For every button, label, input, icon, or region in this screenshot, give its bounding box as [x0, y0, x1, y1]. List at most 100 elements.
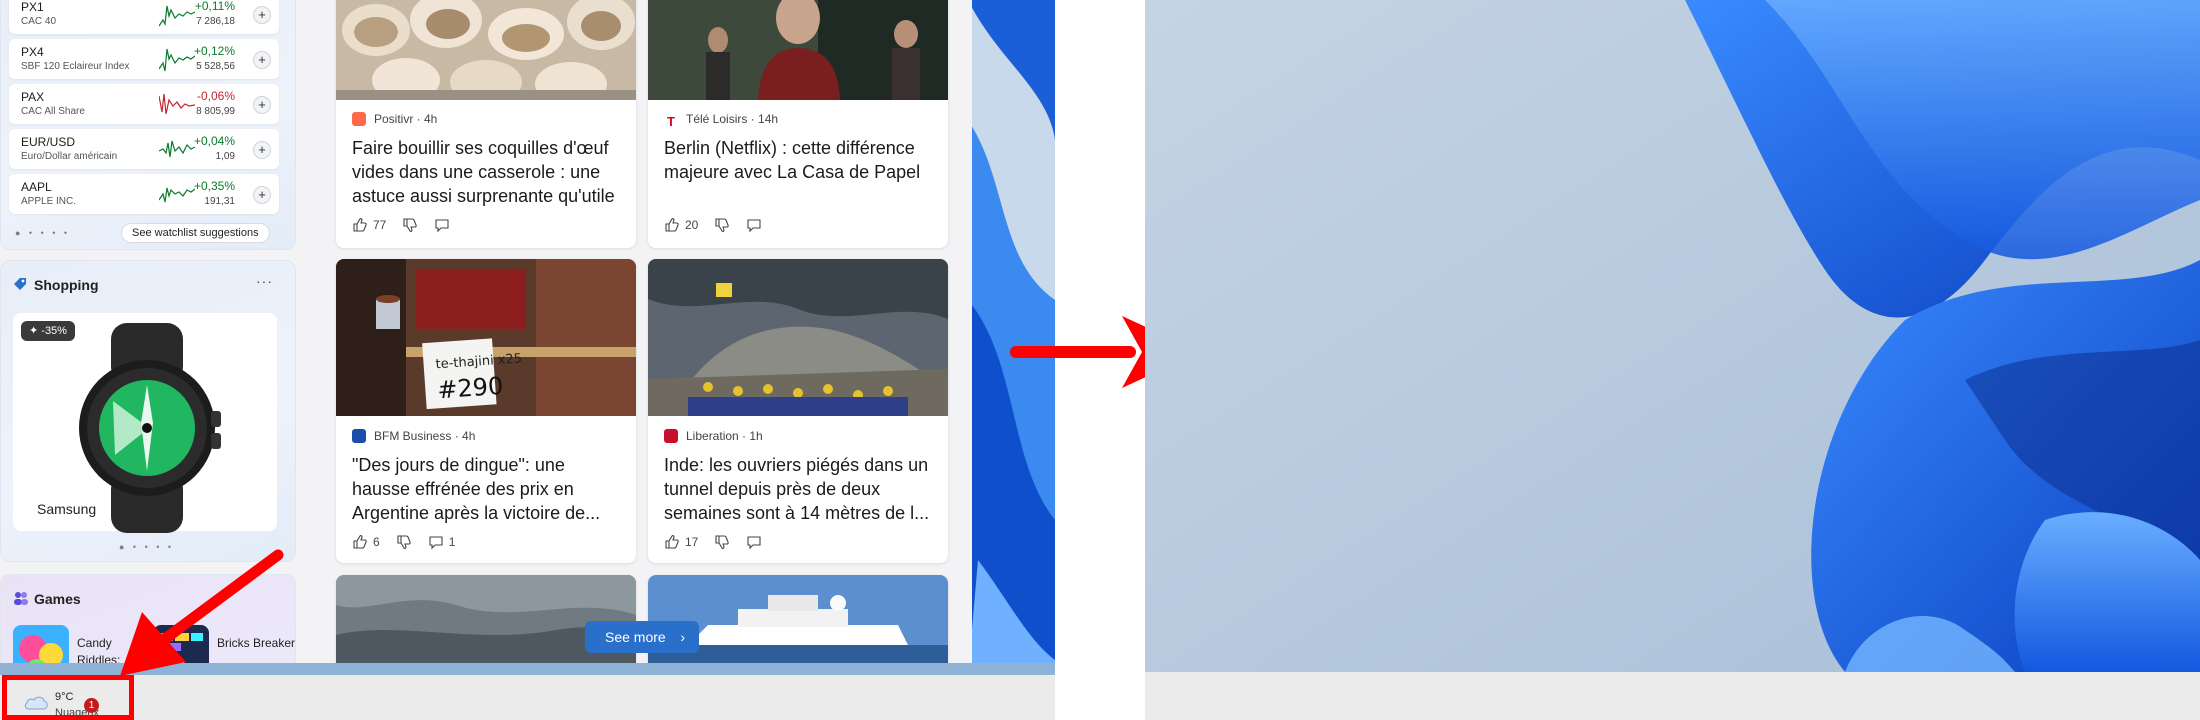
source-label: BFM Business · 4h: [374, 429, 476, 443]
like-button[interactable]: 77: [352, 217, 386, 233]
thumbs-down-icon: [715, 218, 730, 232]
tele-loisirs-logo-icon: T: [664, 115, 678, 129]
add-stock-button[interactable]: +: [253, 141, 271, 159]
card-actions: 6 1: [352, 532, 471, 552]
comment-button[interactable]: [746, 534, 767, 550]
news-source: BFM Business · 4h: [352, 429, 475, 443]
thumbs-down-icon: [397, 535, 411, 549]
comment-button[interactable]: 1: [428, 534, 456, 550]
people-icon: [14, 592, 28, 605]
news-headline[interactable]: Inde: les ouvriers piégés dans un tunnel…: [664, 453, 936, 525]
source-label: Positivr · 4h: [374, 112, 438, 126]
stock-row[interactable]: AAPL APPLE INC. +0,35% 191,31 +: [9, 174, 279, 214]
shopping-widget: Shopping ··· ✦ -35% Samsung ● • • • •: [0, 260, 296, 562]
news-card[interactable]: Liberation · 1h Inde: les ouvriers piégé…: [648, 259, 948, 563]
comment-button[interactable]: [746, 217, 767, 233]
news-headline[interactable]: Faire bouillir ses coquilles d'œuf vides…: [352, 136, 624, 208]
stock-row[interactable]: PX4 SBF 120 Eclaireur Index +0,12% 5 528…: [9, 39, 279, 79]
stock-name: APPLE INC.: [21, 196, 77, 207]
stock-change: -0,06%: [196, 89, 235, 103]
games-widget: Games Candy Riddles: Bricks Breaker: [0, 574, 296, 675]
wallpaper-strip: [0, 663, 1055, 675]
add-stock-button[interactable]: +: [253, 96, 271, 114]
comment-count: 1: [448, 535, 456, 549]
like-count: 77: [373, 218, 387, 232]
news-headline[interactable]: "Des jours de dingue": une hausse effrén…: [352, 453, 624, 525]
bfm-logo-icon: [352, 429, 366, 443]
stock-name: CAC 40: [21, 16, 57, 27]
thumbs-up-icon: [665, 535, 679, 549]
sparkline-up-icon: [159, 187, 195, 203]
widgets-board: PX1 CAC 40 +0,11% 7 286,18 + PX4 SBF 120…: [0, 0, 972, 675]
stock-price: 5 528,56: [196, 61, 235, 72]
weather-temperature: 9°C: [55, 691, 74, 703]
stocks-widget: PX1 CAC 40 +0,11% 7 286,18 + PX4 SBF 120…: [0, 0, 296, 250]
like-button[interactable]: 6: [352, 534, 380, 550]
stock-row[interactable]: PAX CAC All Share -0,06% 8 805,99 +: [9, 84, 279, 124]
tag-icon: [14, 278, 26, 290]
games-title: Games: [34, 591, 81, 607]
news-image: [336, 0, 636, 100]
stock-name: Euro/Dollar américain: [21, 151, 118, 162]
news-source: Positivr · 4h: [352, 112, 437, 126]
dislike-button[interactable]: [714, 534, 730, 550]
windows-wallpaper: [1145, 0, 2200, 672]
card-actions: 20: [664, 215, 783, 235]
game-title: Bricks Breaker: [217, 636, 296, 650]
more-options-button[interactable]: ···: [256, 273, 273, 289]
comment-button[interactable]: [434, 217, 455, 233]
watchlist-suggestions-button[interactable]: See watchlist suggestions: [121, 223, 270, 243]
comment-icon: [429, 536, 443, 550]
news-card[interactable]: Positivr · 4h Faire bouillir ses coquill…: [336, 0, 636, 248]
dislike-button[interactable]: [402, 217, 418, 233]
weather-widget-button[interactable]: 9°C Nuageux 1: [2, 675, 134, 720]
widgets-board-screenshot: PX1 CAC 40 +0,11% 7 286,18 + PX4 SBF 120…: [0, 0, 1055, 675]
stock-price: 191,31: [204, 196, 235, 207]
like-button[interactable]: 17: [664, 534, 698, 550]
card-actions: 17: [664, 532, 783, 552]
add-stock-button[interactable]: +: [253, 51, 271, 69]
taskbar: 9°C Nuageux 1: [0, 675, 1055, 720]
add-stock-button[interactable]: +: [253, 6, 271, 24]
like-button[interactable]: 20: [664, 217, 698, 233]
comment-icon: [747, 219, 761, 233]
dislike-button[interactable]: [714, 217, 730, 233]
add-stock-button[interactable]: +: [253, 186, 271, 204]
stock-change: +0,11%: [194, 0, 235, 13]
stock-price: 1,09: [215, 151, 235, 162]
shopping-title: Shopping: [34, 277, 99, 293]
stock-change: +0,04%: [193, 134, 235, 148]
chevron-right-icon: ›: [680, 629, 685, 645]
carousel-dots[interactable]: ● • • • •: [119, 542, 174, 552]
comment-icon: [435, 219, 449, 233]
thumbs-up-icon: [665, 218, 679, 232]
thumbs-down-icon: [403, 218, 418, 232]
card-actions: 77: [352, 215, 471, 235]
cloud-icon: [24, 696, 48, 710]
news-source: Liberation · 1h: [664, 429, 763, 443]
taskbar: [1145, 672, 2200, 720]
price-tag-big: #290: [436, 372, 504, 405]
like-count: 6: [373, 535, 380, 549]
sparkline-down-icon: [159, 93, 195, 115]
thumbs-up-icon: [353, 218, 367, 232]
see-more-button[interactable]: See more ›: [585, 621, 699, 653]
stock-symbol: AAPL: [21, 180, 52, 194]
dislike-button[interactable]: [396, 534, 412, 550]
news-card[interactable]: te-thajini x25 #290 BFM Business · 4h "D…: [336, 259, 636, 563]
news-headline[interactable]: Berlin (Netflix) : cette différence maje…: [664, 136, 936, 184]
sparkline-up-icon: [159, 140, 195, 158]
news-card[interactable]: T Télé Loisirs · 14h Berlin (Netflix) : c…: [648, 0, 948, 248]
source-label: Liberation · 1h: [686, 429, 763, 443]
like-count: 20: [685, 218, 699, 232]
stock-name: SBF 120 Eclaireur Index: [21, 61, 130, 72]
stock-row[interactable]: PX1 CAC 40 +0,11% 7 286,18 +: [9, 0, 279, 34]
see-more-label: See more: [605, 629, 666, 645]
sparkline-up-icon: [159, 5, 195, 27]
carousel-dots[interactable]: ● • • • •: [15, 228, 70, 238]
thumbs-up-icon: [353, 535, 367, 549]
stock-row[interactable]: EUR/USD Euro/Dollar américain +0,04% 1,0…: [9, 129, 279, 169]
product-card[interactable]: ✦ -35% Samsung: [13, 313, 277, 533]
stock-name: CAC All Share: [21, 106, 85, 117]
stock-change: +0,35%: [193, 179, 235, 193]
